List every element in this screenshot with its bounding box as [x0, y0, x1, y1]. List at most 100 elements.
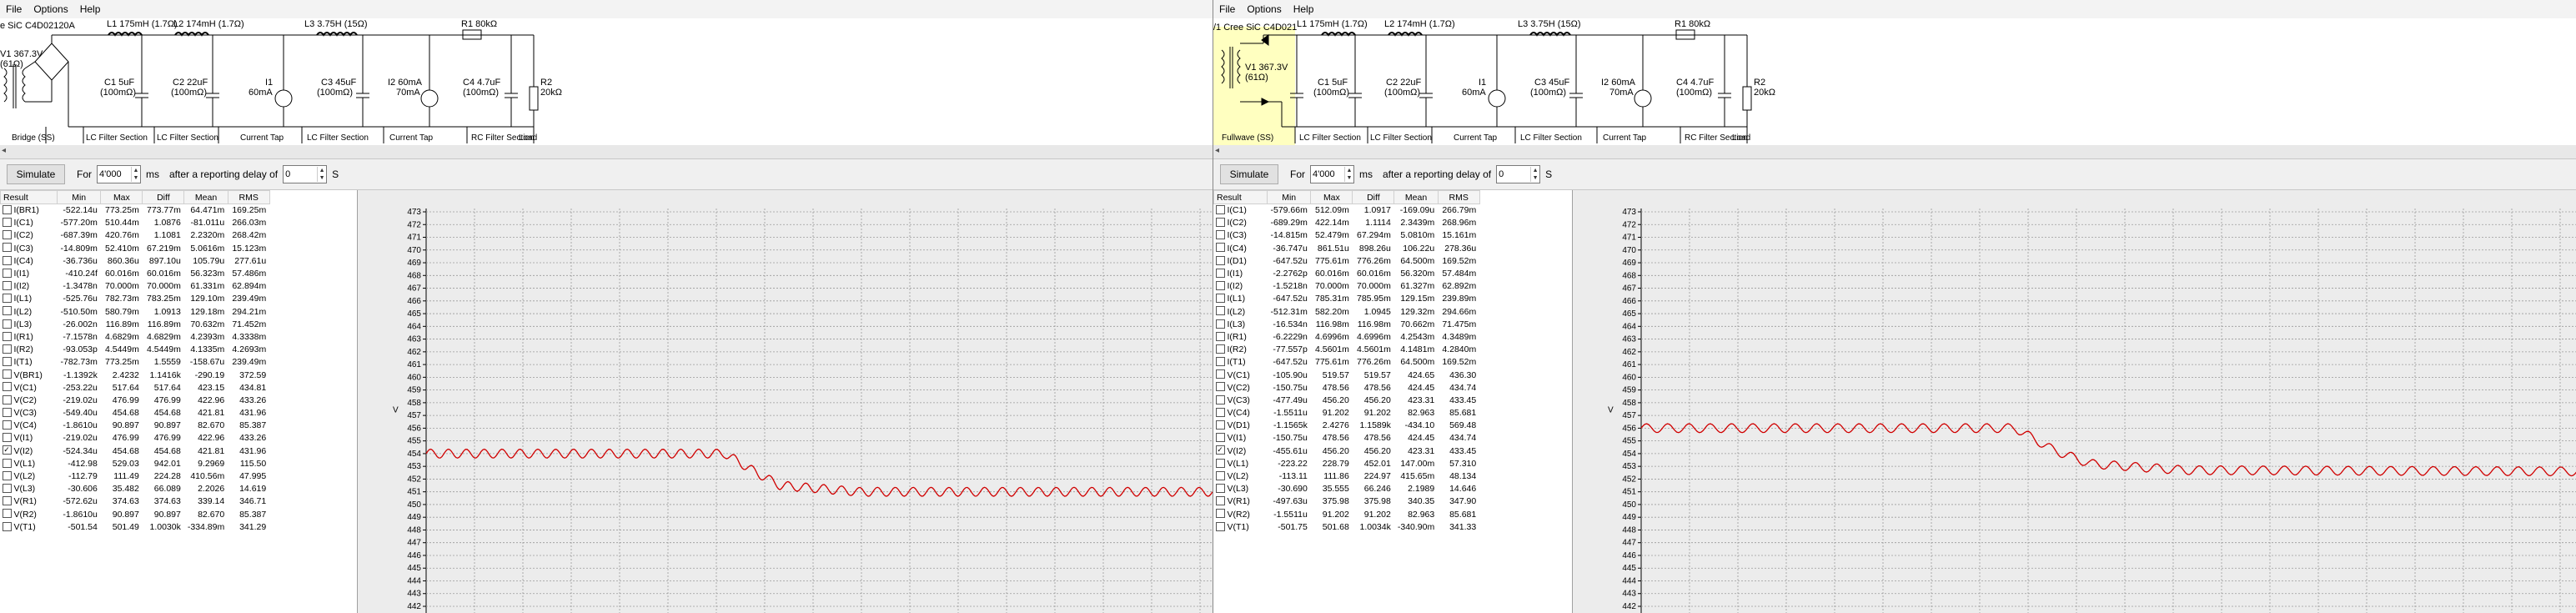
table-row[interactable]: V(I1) -219.02u 476.99 476.99 422.96 433.26 — [1, 432, 270, 445]
result-name-cell[interactable]: I(I1) — [1214, 268, 1268, 280]
checkbox-icon[interactable] — [2, 483, 12, 493]
checkbox-icon[interactable] — [1215, 470, 1225, 480]
checkbox-icon[interactable] — [2, 394, 12, 404]
checkbox-icon[interactable] — [1215, 294, 1225, 304]
table-row[interactable]: V(L1) -223.22 228.79 452.01 147.00m 57.310 — [1214, 458, 1480, 470]
checkbox-icon[interactable] — [1215, 255, 1225, 265]
checkbox-icon[interactable] — [1215, 218, 1225, 227]
result-name-cell[interactable]: V(C1) — [1214, 369, 1268, 381]
checkbox-icon[interactable] — [2, 331, 12, 341]
table-row[interactable]: V(C2) -150.75u 478.56 478.56 424.45 434.74 — [1214, 382, 1480, 394]
spin-arrows-icon[interactable]: ▲ ▼ — [1530, 167, 1539, 182]
result-name-cell[interactable]: V(L3) — [1214, 483, 1268, 495]
checkbox-icon[interactable] — [2, 509, 12, 519]
table-row[interactable]: I(L1) -525.76u 782.73m 783.25m 129.10m 239.49… — [1, 293, 270, 305]
table-row[interactable]: I(C2) -689.29m 422.14m 1.1114 2.3439m 268.96m — [1214, 217, 1480, 229]
col-header[interactable]: Mean — [183, 190, 228, 204]
checkbox-icon[interactable] — [1215, 407, 1225, 417]
result-name-cell[interactable]: I(L2) — [1214, 306, 1268, 319]
checkbox-icon[interactable] — [1215, 204, 1225, 214]
table-row[interactable]: V(C3) -549.40u 454.68 454.68 421.81 431.96 — [1, 407, 270, 420]
checkbox-checked-icon[interactable]: ✓ — [1215, 445, 1225, 455]
simulate-button[interactable]: Simulate — [7, 164, 65, 184]
table-row[interactable]: V(C4) -1.5511u 91.202 91.202 82.963 85.681 — [1214, 407, 1480, 420]
table-row[interactable]: I(R2) -93.053p 4.5449m 4.5449m 4.1335m 4.2693… — [1, 344, 270, 356]
checkbox-icon[interactable] — [1215, 420, 1225, 430]
table-row[interactable]: V(D1) -1.1565k 2.4276 1.1589k -434.10 569.48 — [1214, 420, 1480, 432]
menu-help[interactable]: Help — [1288, 0, 1320, 18]
result-name-cell[interactable]: I(L3) — [1214, 319, 1268, 331]
table-row[interactable]: I(L2) -510.50m 580.79m 1.0913 129.18m 294.21m — [1, 306, 270, 319]
col-header[interactable]: Max — [100, 190, 143, 204]
scroll-left-arrow-icon[interactable]: ◂ — [2, 146, 6, 155]
table-row[interactable]: I(T1) -782.73m 773.25m 1.5559 -158.67u 239.49… — [1, 356, 270, 369]
checkbox-icon[interactable] — [2, 319, 12, 329]
checkbox-icon[interactable] — [2, 470, 12, 480]
result-name-cell[interactable]: I(I2) — [1214, 280, 1268, 293]
result-name-cell[interactable]: I(R2) — [1, 344, 58, 356]
duration-spinner[interactable]: ▲▼ — [1310, 165, 1354, 183]
checkbox-icon[interactable] — [2, 382, 12, 392]
result-name-cell[interactable]: ✓ V(I2) — [1214, 445, 1268, 458]
col-header[interactable]: Min — [1266, 190, 1312, 204]
duration-input[interactable] — [98, 167, 131, 182]
circuit-schematic[interactable]: /1 Cree SiC C4D021 V1 367.3V (61Ω) L1 17… — [1213, 18, 2576, 146]
result-name-cell[interactable]: V(L1) — [1214, 458, 1268, 470]
result-name-cell[interactable]: V(C1) — [1, 382, 58, 394]
result-name-cell[interactable]: I(R1) — [1, 331, 58, 344]
table-row[interactable]: I(R2) -77.557p 4.5601m 4.5601m 4.1481m 4.2840… — [1214, 344, 1480, 356]
result-name-cell[interactable]: V(L1) — [1, 458, 58, 470]
checkbox-icon[interactable] — [2, 420, 12, 430]
result-name-cell[interactable]: I(C4) — [1, 255, 58, 268]
table-row[interactable]: I(I2) -1.3478n 70.000m 70.000m 61.331m 62.894… — [1, 280, 270, 293]
result-name-cell[interactable]: I(C2) — [1214, 217, 1268, 229]
checkbox-icon[interactable] — [1215, 458, 1225, 468]
col-header[interactable]: RMS — [227, 190, 270, 204]
table-row[interactable]: I(L1) -647.52u 785.31m 785.95m 129.15m 239.89… — [1214, 293, 1480, 305]
checkbox-icon[interactable] — [1215, 496, 1225, 506]
table-row[interactable]: V(L2) -113.11 111.86 224.97 415.65m 48.134 — [1214, 470, 1480, 483]
table-row[interactable]: V(L2) -112.79 111.49 224.28 410.56m 47.995 — [1, 470, 270, 483]
checkbox-icon[interactable] — [2, 433, 12, 443]
table-row[interactable]: I(L2) -512.31m 582.20m 1.0945 129.32m 294.66m — [1214, 306, 1480, 319]
checkbox-icon[interactable] — [1215, 331, 1225, 341]
result-name-cell[interactable]: I(R2) — [1214, 344, 1268, 356]
col-header[interactable]: Diff — [1352, 190, 1395, 204]
table-row[interactable]: I(I2) -1.5218n 70.000m 70.000m 61.327m 62.892… — [1214, 280, 1480, 293]
col-header[interactable]: Result — [0, 190, 58, 204]
checkbox-icon[interactable] — [2, 521, 12, 531]
result-name-cell[interactable]: V(L2) — [1, 470, 58, 483]
checkbox-icon[interactable] — [1215, 230, 1225, 240]
table-row[interactable]: V(C3) -477.49u 456.20 456.20 423.31 433.45 — [1214, 394, 1480, 407]
table-row[interactable]: V(L1) -412.98 529.03 942.01 9.2969 115.50 — [1, 458, 270, 470]
result-name-cell[interactable]: I(I1) — [1, 268, 58, 280]
checkbox-icon[interactable] — [2, 230, 12, 240]
result-name-cell[interactable]: I(L1) — [1, 293, 58, 305]
table-row[interactable]: V(T1) -501.75 501.68 1.0034k -340.90m 341.33 — [1214, 521, 1480, 534]
waveform-plot[interactable]: 473 472 471 470 469 468 467 466 465 464 463 462 461 4… — [1573, 190, 2576, 613]
table-row[interactable]: I(C1) -577.20m 510.44m 1.0876 -81.011u 266.03… — [1, 217, 270, 229]
result-name-cell[interactable]: I(L3) — [1, 319, 58, 331]
menu-options[interactable]: Options — [28, 0, 73, 18]
checkbox-checked-icon[interactable]: ✓ — [2, 445, 12, 455]
checkbox-icon[interactable] — [1215, 521, 1225, 531]
spin-arrows-icon[interactable]: ▲ ▼ — [131, 167, 140, 182]
checkbox-icon[interactable] — [2, 344, 12, 354]
result-name-cell[interactable]: V(C4) — [1, 420, 58, 432]
checkbox-icon[interactable] — [1215, 280, 1225, 290]
checkbox-icon[interactable] — [1215, 394, 1225, 404]
col-header[interactable]: Min — [56, 190, 102, 204]
result-name-cell[interactable]: I(T1) — [1214, 356, 1268, 369]
checkbox-icon[interactable] — [1215, 306, 1225, 316]
checkbox-icon[interactable] — [1215, 319, 1225, 329]
table-row[interactable]: V(R2) -1.5511u 91.202 91.202 82.963 85.681 — [1214, 509, 1480, 521]
checkbox-icon[interactable] — [2, 496, 12, 506]
result-name-cell[interactable]: V(L2) — [1214, 470, 1268, 483]
result-name-cell[interactable]: I(R1) — [1214, 331, 1268, 344]
checkbox-icon[interactable] — [2, 458, 12, 468]
table-row[interactable]: I(C4) -36.736u 860.36u 897.10u 105.79u 277.61… — [1, 255, 270, 268]
delay-input[interactable] — [1497, 167, 1531, 182]
menu-help[interactable]: Help — [74, 0, 107, 18]
result-name-cell[interactable]: V(T1) — [1214, 521, 1268, 534]
table-row[interactable]: V(T1) -501.54 501.49 1.0030k -334.89m 341.29 — [1, 521, 270, 534]
